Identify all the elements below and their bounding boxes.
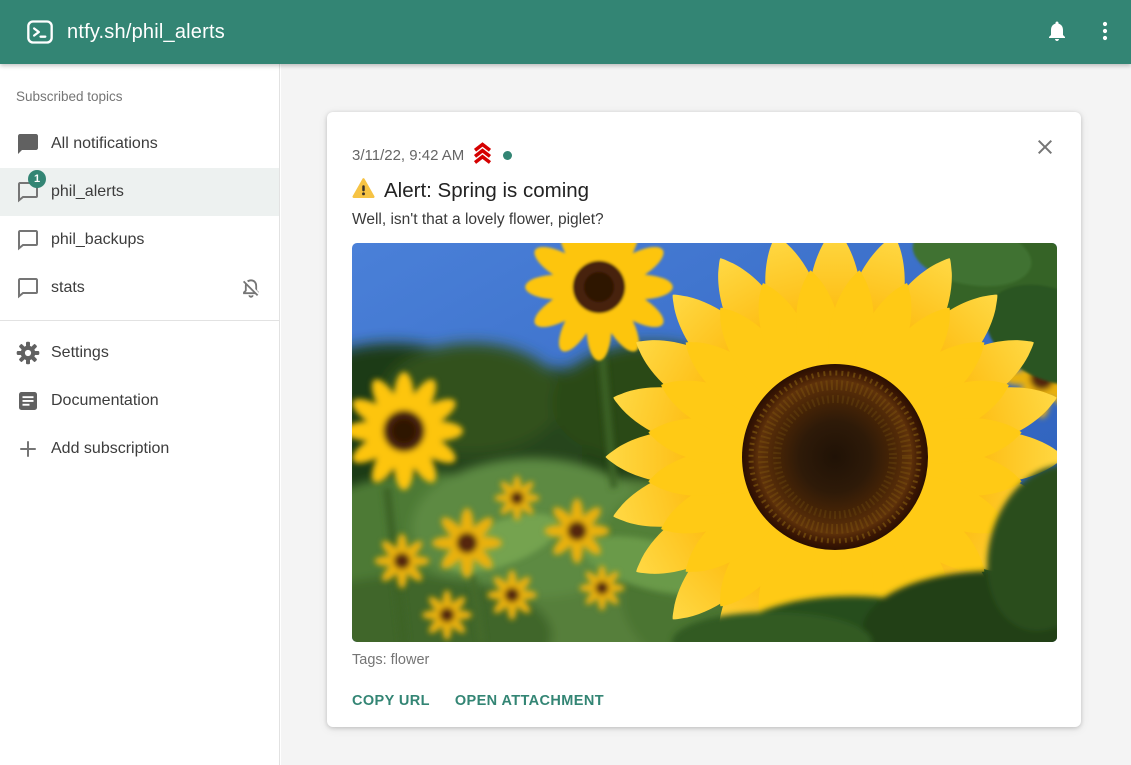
sidebar-item-label: Add subscription	[51, 440, 169, 458]
message-body: Well, isn't that a lovely flower, piglet…	[352, 211, 1057, 229]
card-actions: COPY URL OPEN ATTACHMENT	[344, 685, 1057, 717]
plus-icon	[16, 437, 40, 461]
unread-count-badge: 1	[28, 170, 46, 188]
warning-triangle-emoji	[352, 177, 375, 205]
sidebar-item-label: phil_backups	[51, 231, 144, 249]
main-area: 3/11/22, 9:42 AM	[281, 64, 1131, 765]
overflow-menu-button[interactable]	[1084, 11, 1126, 53]
sidebar-item-add-subscription[interactable]: Add subscription	[0, 425, 279, 473]
app-bar: ntfy.sh/phil_alerts	[0, 0, 1131, 64]
sidebar-divider	[0, 320, 279, 321]
sidebar-item-documentation[interactable]: Documentation	[0, 377, 279, 425]
open-attachment-button[interactable]: OPEN ATTACHMENT	[447, 685, 612, 717]
card-content: 3/11/22, 9:42 AM	[352, 112, 1057, 717]
gear-icon	[16, 341, 40, 365]
message-timestamp: 3/11/22, 9:42 AM	[352, 147, 464, 164]
tags-label: Tags: flower	[352, 652, 1057, 668]
sidebar-item-label: Settings	[51, 344, 109, 362]
chat-bubble-outline-icon	[16, 276, 40, 300]
sidebar-item-label: stats	[51, 279, 85, 297]
message-title-row: Alert: Spring is coming	[352, 177, 1057, 205]
green-dot-new-indicator	[503, 151, 512, 160]
notification-card: 3/11/22, 9:42 AM	[327, 112, 1081, 727]
sidebar-item-all-notifications[interactable]: All notifications	[0, 120, 279, 168]
sidebar-item-settings[interactable]: Settings	[0, 329, 279, 377]
sidebar-item-label: All notifications	[51, 135, 158, 153]
message-meta-row: 3/11/22, 9:42 AM	[352, 140, 1057, 170]
ntfy-web-app: ntfy.sh/phil_alerts Subscribed topics	[0, 0, 1131, 765]
chat-bubble-filled-icon	[16, 132, 40, 156]
copy-url-button[interactable]: COPY URL	[344, 685, 438, 717]
sidebar-item-stats[interactable]: stats	[0, 264, 279, 312]
article-icon	[16, 389, 40, 413]
triple-chevron-up-icon	[471, 140, 494, 170]
terminal-window-icon	[26, 18, 54, 46]
notifications-button[interactable]	[1036, 11, 1078, 53]
sidebar: Subscribed topics All notifications 1 ph…	[0, 64, 280, 765]
sidebar-item-phil-alerts[interactable]: 1 phil_alerts	[0, 168, 279, 216]
bell-off-icon	[239, 276, 263, 300]
sidebar-item-label: Documentation	[51, 392, 159, 410]
message-title: Alert: Spring is coming	[384, 179, 589, 203]
kebab-menu-icon	[1093, 19, 1117, 46]
sidebar-item-phil-backups[interactable]: phil_backups	[0, 216, 279, 264]
app-title: ntfy.sh/phil_alerts	[67, 21, 225, 44]
sidebar-item-label: phil_alerts	[51, 183, 124, 201]
attachment-image[interactable]	[352, 243, 1057, 642]
bell-icon	[1045, 19, 1069, 46]
subscribed-topics-label: Subscribed topics	[0, 72, 279, 120]
chat-bubble-outline-icon: 1	[16, 180, 40, 204]
chat-bubble-outline-icon	[16, 228, 40, 252]
